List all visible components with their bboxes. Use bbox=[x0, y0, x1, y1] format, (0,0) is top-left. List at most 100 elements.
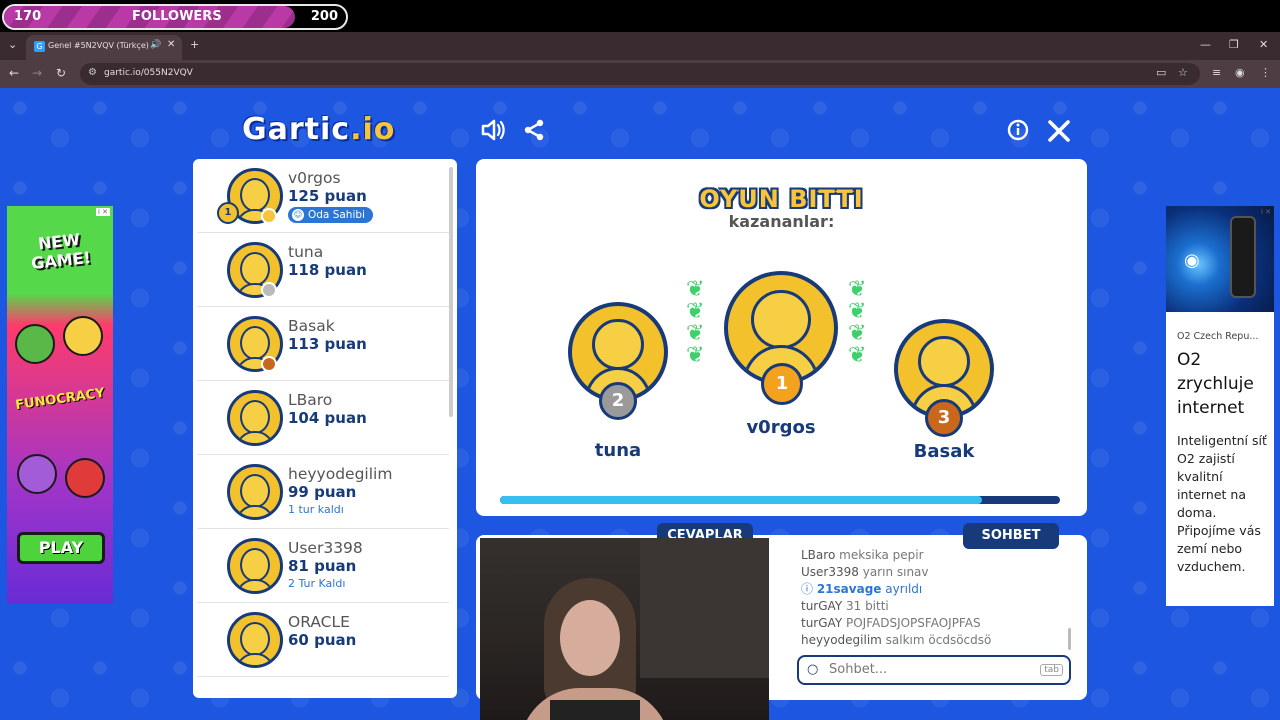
message-text: POJFADSJOPSFAOJPFAS bbox=[845, 616, 981, 630]
minimize-icon[interactable]: — bbox=[1200, 38, 1211, 51]
status-dot-icon bbox=[261, 208, 277, 224]
chat-message: turGAY 31 bitti bbox=[801, 598, 1066, 615]
restore-icon[interactable]: ❐ bbox=[1229, 38, 1239, 51]
chat-input[interactable] bbox=[829, 662, 1029, 677]
thumbs-up-icon bbox=[15, 324, 55, 364]
reload-icon[interactable]: ↻ bbox=[56, 66, 66, 80]
ad-body: Inteligentní síť O2 zajistí kvalitní int… bbox=[1177, 433, 1267, 574]
ad-info-icon[interactable]: i ✕ bbox=[95, 208, 110, 216]
player-row[interactable]: 1 v0rgos 125 puan ☺ Oda Sahibi bbox=[197, 159, 449, 233]
player-points: 118 puan bbox=[288, 261, 367, 279]
tab-chat[interactable]: SOHBET bbox=[963, 523, 1059, 549]
player-name: heyyodegilim bbox=[288, 465, 393, 483]
message-user: turGAY bbox=[801, 599, 843, 613]
gartic-logo[interactable]: Gartic.io bbox=[242, 112, 395, 147]
ad-image: ◉ bbox=[1166, 206, 1274, 312]
message-text: ayrıldı bbox=[885, 582, 923, 596]
player-row[interactable]: ORACLE 60 puan bbox=[197, 603, 449, 677]
forward-icon[interactable]: → bbox=[32, 66, 42, 80]
player-name: LBaro bbox=[288, 391, 333, 409]
chat-message: heyyodegilim salkım öcdsöcdsö bbox=[801, 632, 1066, 649]
winner-third: 3 Basak bbox=[894, 319, 994, 462]
players-list[interactable]: 1 v0rgos 125 puan ☺ Oda Sahibi tuna 118 puan Ba… bbox=[193, 159, 457, 698]
ad-left-banner[interactable]: i ✕ NEW GAME! FUNOCRACY PLAY bbox=[7, 206, 113, 604]
ad-emoji-icon bbox=[65, 458, 105, 498]
ad-right-banner[interactable]: ◉ i ✕ O2 Czech Repu... O2 zrychluje inte… bbox=[1166, 206, 1274, 606]
favicon-icon: G bbox=[34, 41, 45, 52]
ad-left-headline: NEW GAME! bbox=[30, 229, 92, 274]
player-row[interactable]: heyyodegilim 99 puan 1 tur kaldı bbox=[197, 455, 449, 529]
followers-overlay: 170 FOLLOWERS 200 bbox=[0, 0, 1280, 32]
player-name: User3398 bbox=[288, 539, 363, 557]
message-text: meksika pepir bbox=[839, 548, 924, 562]
smile-icon: ☺ bbox=[292, 209, 304, 221]
ad-source: O2 Czech Repu... bbox=[1177, 331, 1259, 342]
info-icon[interactable] bbox=[1007, 119, 1029, 147]
message-user: LBaro bbox=[801, 548, 836, 562]
browser-tab[interactable]: G Genel #5N2VQV (Türkçe) - 🔊 ✕ bbox=[26, 35, 182, 60]
status-dot-icon bbox=[261, 282, 277, 298]
player-row[interactable]: User3398 81 puan 2 Tur Kaldı bbox=[197, 529, 449, 603]
player-row[interactable]: tuna 118 puan bbox=[197, 233, 449, 307]
followers-progress-bar: 170 FOLLOWERS 200 bbox=[2, 4, 348, 30]
webcam-overlay bbox=[480, 538, 769, 720]
router-image bbox=[1230, 216, 1256, 298]
tab-audio-icon[interactable]: 🔊 bbox=[150, 40, 161, 50]
message-text: salkım öcdsöcdsö bbox=[885, 633, 992, 647]
logo-suffix: .io bbox=[350, 112, 396, 147]
player-avatar bbox=[227, 390, 283, 446]
chat-scrollbar[interactable] bbox=[1068, 628, 1071, 650]
bronze-medal-icon: 3 bbox=[925, 399, 963, 437]
message-user: heyyodegilim bbox=[801, 633, 882, 647]
ad-character-icon bbox=[17, 454, 57, 494]
player-points: 125 puan bbox=[288, 187, 367, 205]
winners-label: kazananlar: bbox=[728, 212, 835, 231]
cast-icon[interactable]: ▭ bbox=[1156, 66, 1166, 79]
tab-search-icon[interactable]: ⌄ bbox=[8, 38, 17, 51]
player-row[interactable]: Basak 113 puan bbox=[197, 307, 449, 381]
chat-input-box[interactable]: ○ tab bbox=[797, 655, 1071, 685]
trophy-icon: 1 bbox=[217, 202, 239, 224]
player-turns-left: 1 tur kaldı bbox=[288, 503, 344, 516]
logo-main: Gartic bbox=[242, 112, 351, 147]
site-info-icon[interactable]: ⚙ bbox=[88, 67, 97, 78]
chat-messages: LBaro meksika pepir User3398 yarın sınav ⓘ… bbox=[801, 547, 1066, 649]
players-scrollbar[interactable] bbox=[449, 167, 453, 417]
status-dot-icon bbox=[261, 356, 277, 372]
ad-info-icon[interactable]: i ✕ bbox=[1261, 208, 1271, 216]
game-over-title: OYUN BITTI bbox=[699, 185, 864, 213]
media-icon[interactable]: ≡ bbox=[1212, 66, 1221, 79]
winner-first: 1 v0rgos bbox=[724, 271, 838, 438]
menu-icon[interactable]: ⋮ bbox=[1260, 66, 1271, 79]
message-user: turGAY bbox=[801, 616, 843, 630]
ad-character-icon bbox=[63, 316, 103, 356]
close-game-icon[interactable] bbox=[1047, 119, 1071, 149]
ad-play-button[interactable]: PLAY bbox=[17, 532, 105, 564]
new-tab-icon[interactable]: + bbox=[190, 38, 199, 51]
laurel-right-icon: ❦ ❦ ❦ ❦ bbox=[848, 277, 867, 368]
url-text: gartic.io/055N2VQV bbox=[104, 68, 193, 78]
window-close-icon[interactable]: ✕ bbox=[1259, 38, 1268, 51]
player-points: 60 puan bbox=[288, 631, 357, 649]
browser-tab-strip: ⌄ G Genel #5N2VQV (Türkçe) - 🔊 ✕ + — ❐ ✕ bbox=[0, 32, 1280, 60]
share-icon[interactable] bbox=[522, 118, 546, 148]
player-avatar bbox=[227, 612, 283, 668]
chat-message: User3398 yarın sınav bbox=[801, 564, 1066, 581]
message-text: yarın sınav bbox=[862, 565, 929, 579]
laurel-left-icon: ❦ ❦ ❦ ❦ bbox=[686, 277, 705, 368]
tab-close-icon[interactable]: ✕ bbox=[167, 39, 175, 50]
player-row[interactable]: LBaro 104 puan bbox=[197, 381, 449, 455]
round-progress-bar bbox=[500, 496, 1060, 504]
search-icon: ○ bbox=[807, 662, 819, 677]
player-name: ORACLE bbox=[288, 613, 350, 631]
followers-label: FOLLOWERS bbox=[132, 9, 222, 24]
sound-icon[interactable] bbox=[480, 118, 506, 148]
system-message: ⓘ 21savage ayrıldı bbox=[801, 581, 1066, 598]
winner-second: 2 tuna bbox=[568, 302, 668, 461]
profile-icon[interactable]: ◉ bbox=[1235, 66, 1245, 79]
player-points: 104 puan bbox=[288, 409, 367, 427]
address-bar[interactable]: ⚙ gartic.io/055N2VQV bbox=[80, 63, 1200, 85]
bookmark-star-icon[interactable]: ☆ bbox=[1178, 66, 1188, 79]
back-icon[interactable]: ← bbox=[9, 66, 19, 80]
chat-message: LBaro meksika pepir bbox=[801, 547, 1066, 564]
